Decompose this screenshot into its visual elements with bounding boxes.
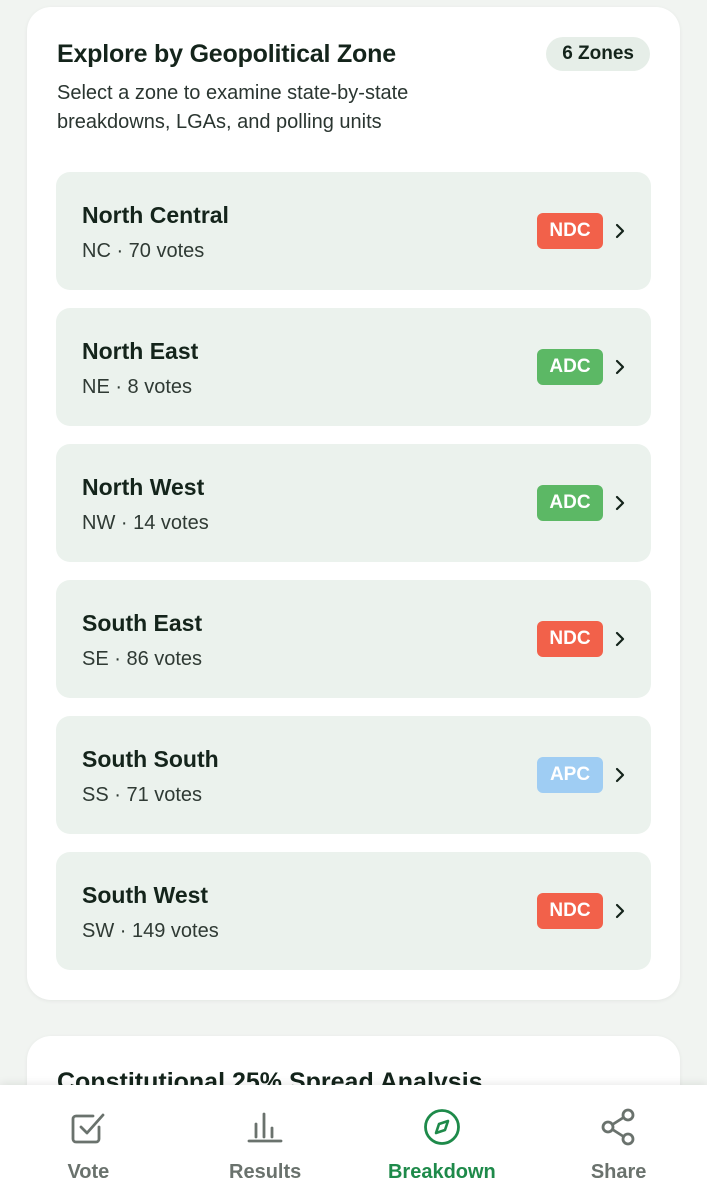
zone-name: North West (82, 474, 205, 500)
page: Explore by Geopolitical Zone 6 Zones Sel… (0, 0, 707, 1199)
nav-item-vote[interactable]: Vote (0, 1085, 177, 1199)
chevron-right-icon (613, 762, 627, 788)
zone-meta: SE · 86 votes (82, 648, 203, 670)
compass-icon (422, 1107, 462, 1147)
bottom-nav: Vote Results Breakdown Share (0, 1085, 707, 1199)
party-badge: APC (537, 757, 603, 793)
zone-item-south-west[interactable]: South West SW · 149 votes NDC (56, 852, 651, 970)
zone-meta: NE · 8 votes (82, 376, 193, 398)
zone-item-north-east[interactable]: North East NE · 8 votes ADC (56, 308, 651, 426)
share-icon (599, 1107, 639, 1147)
chevron-right-icon (613, 490, 627, 516)
party-badge: NDC (537, 213, 603, 249)
zone-name: South East (82, 610, 203, 636)
checkbox-icon (68, 1107, 108, 1147)
zone-meta: NW · 14 votes (82, 512, 209, 534)
nav-label: Share (590, 1161, 647, 1183)
chevron-right-icon (613, 626, 627, 652)
nav-label: Vote (67, 1161, 110, 1183)
party-badge: NDC (537, 621, 603, 657)
chevron-right-icon (613, 218, 627, 244)
chevron-right-icon (613, 898, 627, 924)
party-badge: ADC (537, 485, 603, 521)
card-title: Explore by Geopolitical Zone (57, 40, 396, 68)
zones-count-badge: 6 Zones (546, 37, 650, 71)
party-badge: ADC (537, 349, 603, 385)
zone-name: South West (82, 882, 209, 908)
zone-explorer-card: Explore by Geopolitical Zone 6 Zones Sel… (27, 7, 680, 1000)
nav-label: Results (229, 1161, 302, 1183)
zone-list: North Central NC · 70 votes NDC North Ea… (56, 172, 651, 988)
bar-chart-icon (245, 1107, 285, 1147)
card-subtitle: Select a zone to examine state-by-state … (57, 82, 409, 133)
zone-meta: SW · 149 votes (82, 920, 219, 942)
zone-meta: SS · 71 votes (82, 784, 203, 806)
zone-name: North East (82, 338, 199, 364)
zone-item-north-central[interactable]: North Central NC · 70 votes NDC (56, 172, 651, 290)
nav-item-share[interactable]: Share (530, 1085, 707, 1199)
nav-item-breakdown[interactable]: Breakdown (354, 1085, 531, 1199)
zone-name: South South (82, 746, 219, 772)
party-badge: NDC (537, 893, 603, 929)
zone-meta: NC · 70 votes (82, 240, 205, 262)
zone-item-north-west[interactable]: North West NW · 14 votes ADC (56, 444, 651, 562)
nav-label: Breakdown (387, 1161, 496, 1183)
chevron-right-icon (613, 354, 627, 380)
zone-item-south-east[interactable]: South East SE · 86 votes NDC (56, 580, 651, 698)
zone-item-south-south[interactable]: South South SS · 71 votes APC (56, 716, 651, 834)
zone-name: North Central (82, 202, 229, 228)
nav-item-results[interactable]: Results (177, 1085, 354, 1199)
